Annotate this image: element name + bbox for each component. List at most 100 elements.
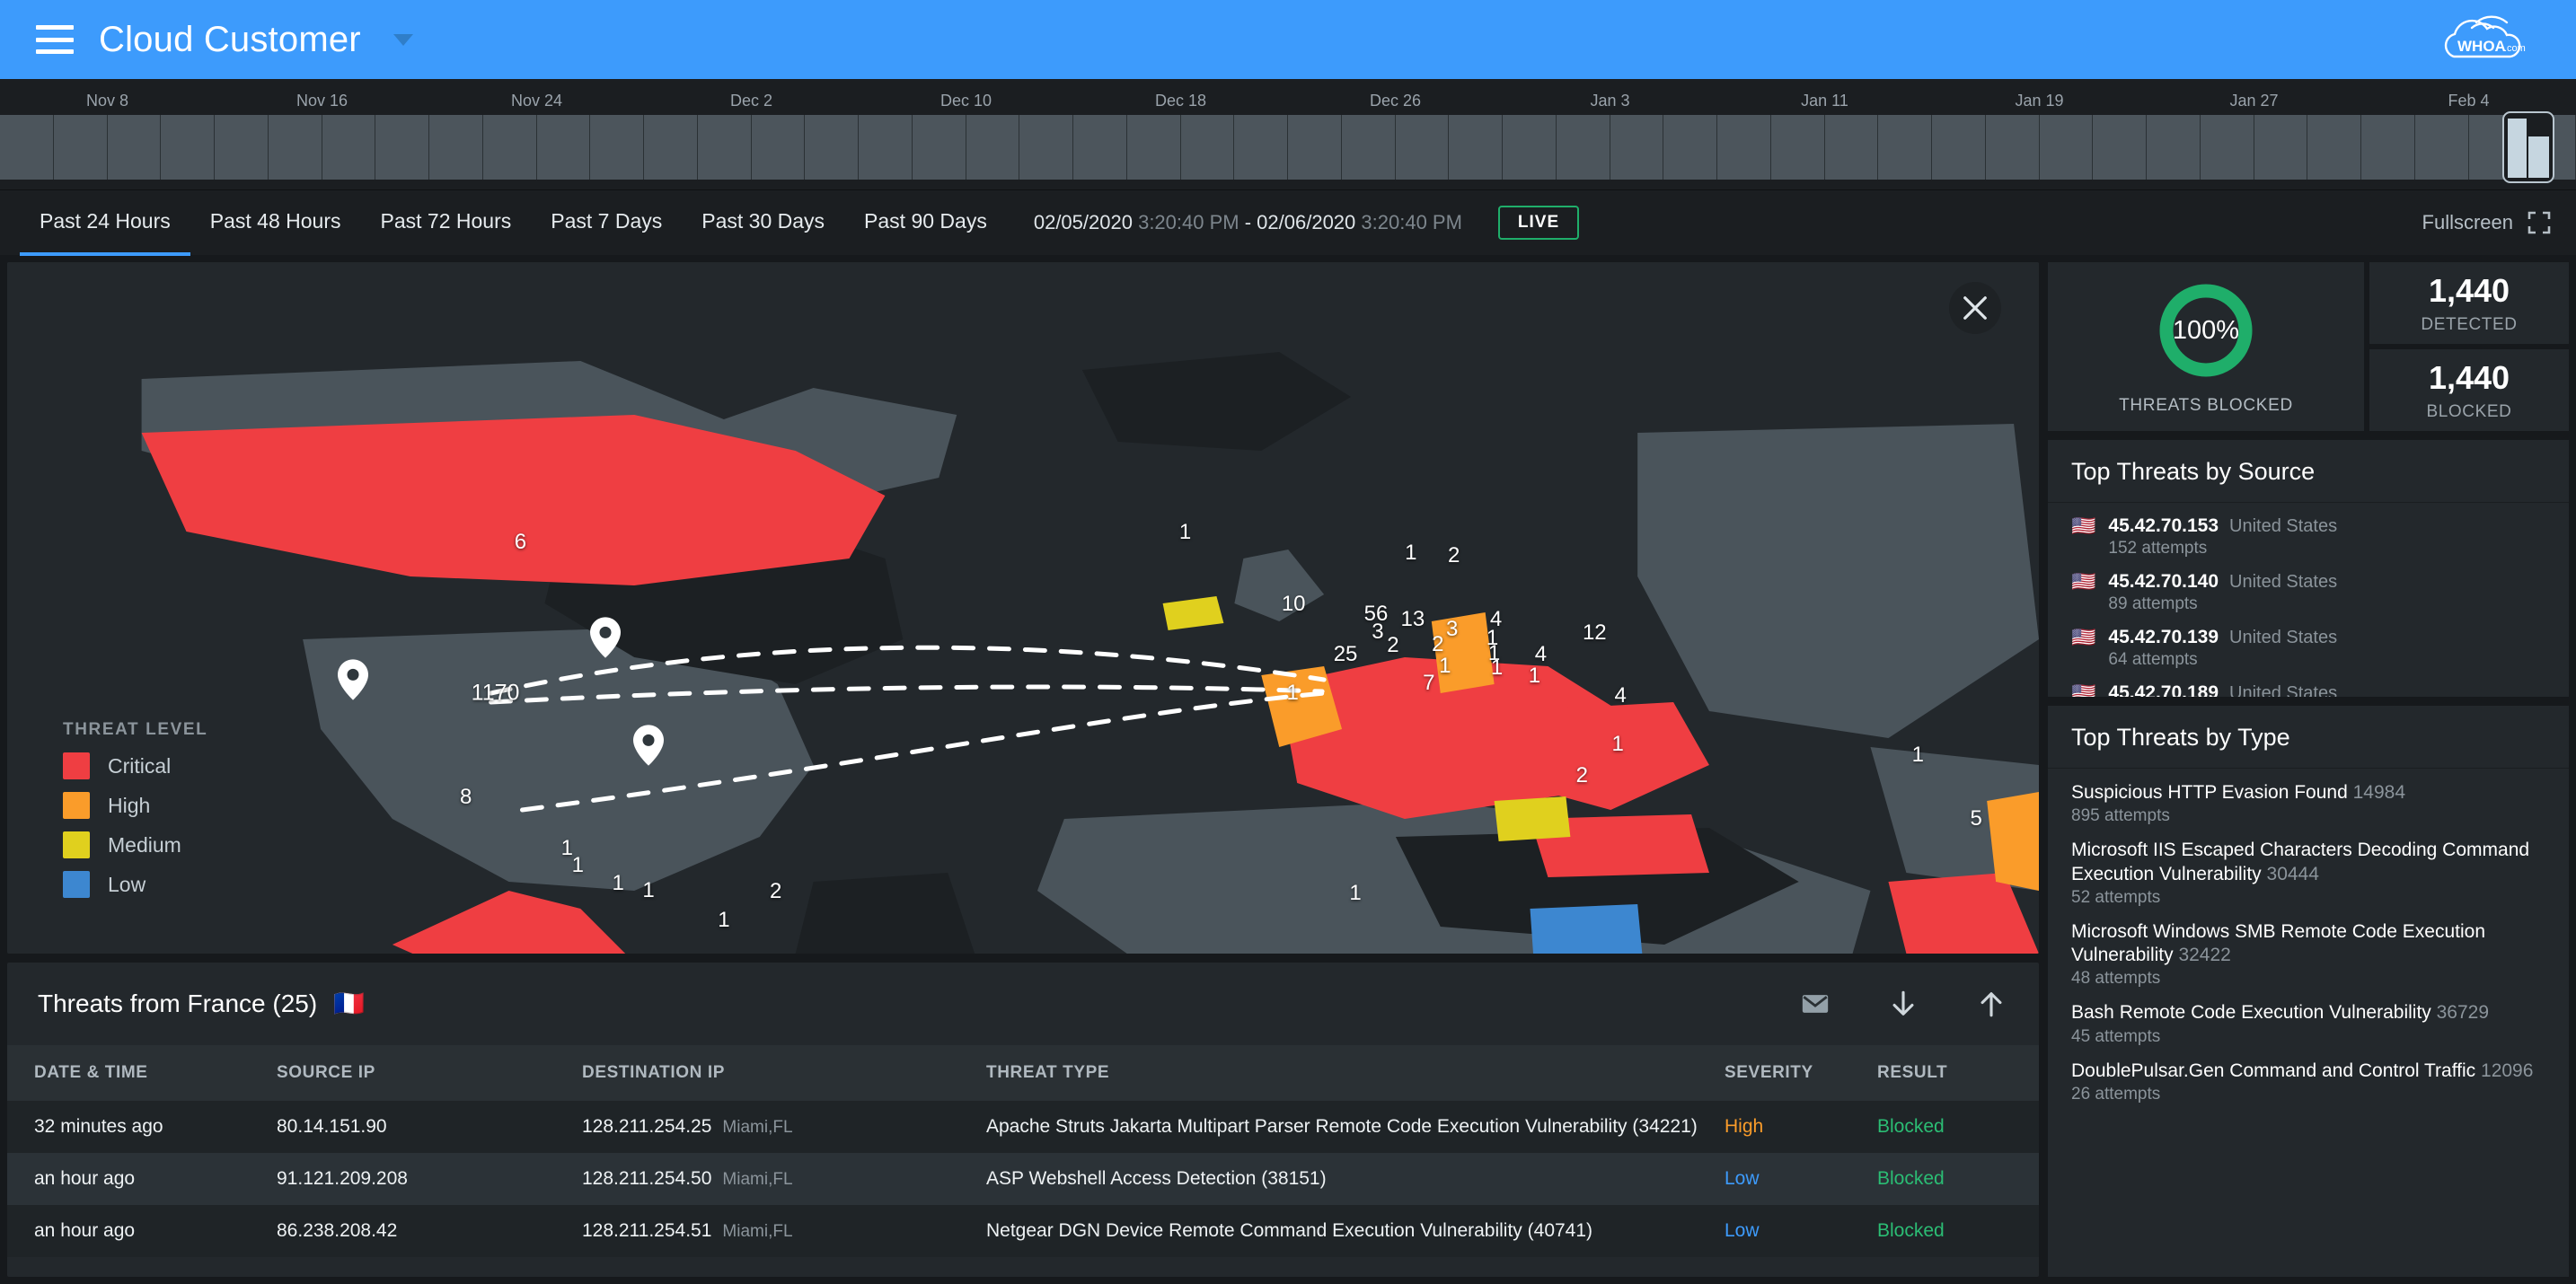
hamburger-icon[interactable]	[36, 25, 74, 54]
table-row[interactable]: an hour ago 91.121.209.208 128.211.254.50 M…	[7, 1153, 2039, 1205]
source-item[interactable]: 🇺🇸 45.42.70.153 United States 152 attempts	[2071, 514, 2545, 558]
timeline-cell[interactable]	[429, 115, 483, 180]
timeline-cell[interactable]	[107, 115, 162, 180]
source-item[interactable]: 🇺🇸 45.42.70.139 United States 64 attempts	[2071, 626, 2545, 670]
timeline-track[interactable]	[0, 115, 2576, 180]
world-map	[7, 262, 2039, 954]
type-item[interactable]: Bash Remote Code Execution Vulnerability…	[2071, 1001, 2545, 1046]
chevron-down-icon[interactable]	[393, 33, 413, 46]
timeline-cell[interactable]	[322, 115, 376, 180]
source-item[interactable]: 🇺🇸45.42.70.189United States54 attempts	[2071, 682, 2545, 697]
type-item[interactable]: Microsoft Windows SMB Remote Code Execut…	[2071, 920, 2545, 989]
column-header-destination-ip[interactable]: DESTINATION IP	[582, 1045, 986, 1101]
type-attempts: 895 attempts	[2071, 806, 2170, 826]
timeline-cell[interactable]	[912, 115, 966, 180]
timeline-cell[interactable]	[2307, 115, 2361, 180]
timeline-cell[interactable]	[2361, 115, 2415, 180]
timeline-range-handle[interactable]	[2502, 111, 2554, 183]
timeline-cell[interactable]	[966, 115, 1020, 180]
upload-icon[interactable]	[1976, 989, 2007, 1019]
timeline-cell[interactable]	[1556, 115, 1610, 180]
date-range-picker[interactable]: 02/05/2020 3:20:40 PM - 02/06/2020 3:20:…	[1034, 211, 1462, 234]
range-end-date: 02/06/2020	[1257, 211, 1356, 233]
timeline-cell[interactable]	[1395, 115, 1450, 180]
range-tab-past-48-hours[interactable]: Past 48 Hours	[190, 189, 361, 256]
close-map-button[interactable]	[1949, 282, 2001, 334]
timeline-cell[interactable]	[859, 115, 913, 180]
table-row[interactable]: an hour ago 86.238.208.42 128.211.254.51 Mi…	[7, 1205, 2039, 1257]
column-header-source-ip[interactable]: SOURCE IP	[277, 1045, 582, 1101]
whoa-logo: WHOA .com	[2444, 15, 2526, 58]
timeline-cell[interactable]	[1180, 115, 1235, 180]
timeline-cell[interactable]	[375, 115, 429, 180]
source-country: United States	[2229, 572, 2338, 592]
timeline-cell[interactable]	[0, 115, 54, 180]
timeline-cell[interactable]	[536, 115, 591, 180]
range-tab-past-72-hours[interactable]: Past 72 Hours	[361, 189, 532, 256]
timeline-cell[interactable]	[805, 115, 859, 180]
timeline-cell[interactable]	[1073, 115, 1127, 180]
timeline-cell[interactable]	[1985, 115, 2040, 180]
range-tab-past-90-days[interactable]: Past 90 Days	[844, 189, 1007, 256]
range-tab-past-7-days[interactable]: Past 7 Days	[531, 189, 682, 256]
timeline-cell[interactable]	[1288, 115, 1342, 180]
timeline-cell[interactable]	[697, 115, 752, 180]
timeline-cell[interactable]	[1932, 115, 1986, 180]
download-icon[interactable]	[1888, 989, 1919, 1019]
timeline-cell[interactable]	[2254, 115, 2308, 180]
timeline-cell[interactable]	[1019, 115, 1073, 180]
table-row[interactable]: 32 minutes ago 80.14.151.90 128.211.254.25…	[7, 1101, 2039, 1153]
fullscreen-button[interactable]: Fullscreen	[2422, 211, 2551, 234]
range-tab-past-24-hours[interactable]: Past 24 Hours	[20, 189, 190, 256]
source-item[interactable]: 🇺🇸 45.42.70.140 United States 89 attempts	[2071, 570, 2545, 614]
timeline-cell[interactable]	[644, 115, 698, 180]
type-item[interactable]: Microsoft IIS Escaped Characters Decodin…	[2071, 839, 2545, 908]
column-header-threat-type[interactable]: THREAT TYPE	[986, 1045, 1725, 1101]
timeline-cell[interactable]	[482, 115, 537, 180]
timeline-cell[interactable]	[2200, 115, 2254, 180]
timeline-cell[interactable]	[1717, 115, 1771, 180]
source-ip: 45.42.70.140	[2108, 571, 2219, 592]
timeline-cell[interactable]	[1503, 115, 1557, 180]
timeline-cell[interactable]	[1663, 115, 1717, 180]
timeline-cell[interactable]	[1126, 115, 1181, 180]
timeline-cell[interactable]	[751, 115, 806, 180]
type-item[interactable]: Suspicious HTTP Evasion Found 14984 895 a…	[2071, 781, 2545, 826]
right-sidebar: 100% THREATS BLOCKED 1,440 DETECTED 1,44…	[2048, 262, 2569, 1277]
timeline-cell[interactable]	[1234, 115, 1288, 180]
legend-item-high[interactable]: High	[63, 792, 207, 819]
live-button[interactable]: LIVE	[1497, 206, 1580, 240]
legend-item-medium[interactable]: Medium	[63, 831, 207, 858]
type-item[interactable]: DoublePulsar.Gen Command and Control Tra…	[2071, 1060, 2545, 1104]
range-tab-past-30-days[interactable]: Past 30 Days	[682, 189, 844, 256]
email-icon[interactable]	[1800, 989, 1831, 1019]
timeline-scrubber[interactable]: Nov 8 Nov 16 Nov 24 Dec 2 Dec 10 Dec 18 Dec 26…	[0, 79, 2576, 190]
legend-item-low[interactable]: Low	[63, 871, 207, 898]
timeline-cell[interactable]	[2039, 115, 2094, 180]
timeline-cell[interactable]	[161, 115, 215, 180]
column-header-date-time[interactable]: DATE & TIME	[7, 1045, 277, 1101]
timeline-cell[interactable]	[2093, 115, 2147, 180]
top-sources-list[interactable]: 🇺🇸 45.42.70.153 United States 152 attempts 🇺…	[2048, 503, 2569, 697]
timeline-cell[interactable]	[1449, 115, 1503, 180]
timeline-cell[interactable]	[268, 115, 322, 180]
timeline-cell[interactable]	[1610, 115, 1664, 180]
cell-datetime: an hour ago	[34, 1220, 136, 1241]
cell-threat-type: ASP Webshell Access Detection (38151)	[986, 1168, 1327, 1189]
top-types-list[interactable]: Suspicious HTTP Evasion Found 14984 895 a…	[2048, 769, 2569, 1277]
timeline-cell[interactable]	[53, 115, 108, 180]
legend-item-critical[interactable]: Critical	[63, 752, 207, 779]
threat-map[interactable]: 6 1170 8 1 1 1 1 1 2 1 10 1 2 56 3 13 4 3 25 2 2 1 1 12 4 1 1 1 7 1 4 1…	[7, 262, 2039, 954]
donut-chart: 100%	[2153, 277, 2259, 383]
column-header-result[interactable]: RESULT	[1877, 1045, 2039, 1101]
column-header-severity[interactable]: SEVERITY	[1725, 1045, 1877, 1101]
timeline-cell[interactable]	[2147, 115, 2201, 180]
timeline-cell[interactable]	[1770, 115, 1825, 180]
timeline-cell[interactable]	[1878, 115, 1932, 180]
timeline-cell[interactable]	[1824, 115, 1879, 180]
timeline-cell[interactable]	[590, 115, 644, 180]
timeline-cell[interactable]	[2414, 115, 2469, 180]
threat-table: DATE & TIME SOURCE IP DESTINATION IP THREAT…	[7, 1045, 2039, 1257]
timeline-cell[interactable]	[215, 115, 269, 180]
timeline-cell[interactable]	[1341, 115, 1396, 180]
